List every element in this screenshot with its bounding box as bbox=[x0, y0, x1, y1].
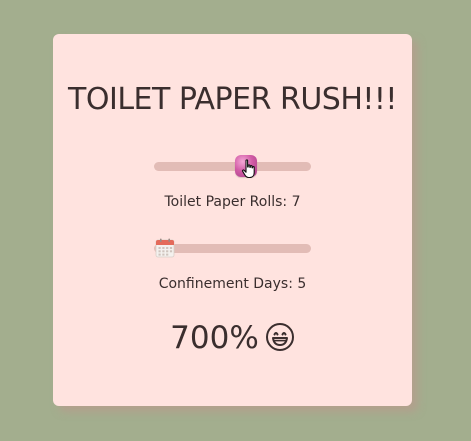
days-label: Confinement Days: 5 bbox=[158, 276, 307, 292]
toilet-paper-icon[interactable] bbox=[235, 155, 257, 179]
calculator-card: TOILET PAPER RUSH!!! Toilet Paper Rolls:… bbox=[53, 34, 412, 406]
days-slider-track[interactable] bbox=[154, 244, 311, 253]
rolls-slider[interactable] bbox=[154, 155, 311, 179]
days-slider[interactable] bbox=[154, 238, 311, 258]
app-title: TOILET PAPER RUSH!!! bbox=[68, 82, 397, 117]
hand-pointer-icon bbox=[241, 159, 255, 179]
rolls-slider-track[interactable] bbox=[154, 162, 311, 171]
result-display: 700% bbox=[53, 320, 412, 356]
calendar-icon[interactable] bbox=[154, 237, 176, 259]
grinning-face-icon bbox=[265, 323, 294, 351]
rolls-label: Toilet Paper Rolls: 7 bbox=[164, 194, 301, 210]
result-percent: 700% bbox=[170, 320, 259, 356]
